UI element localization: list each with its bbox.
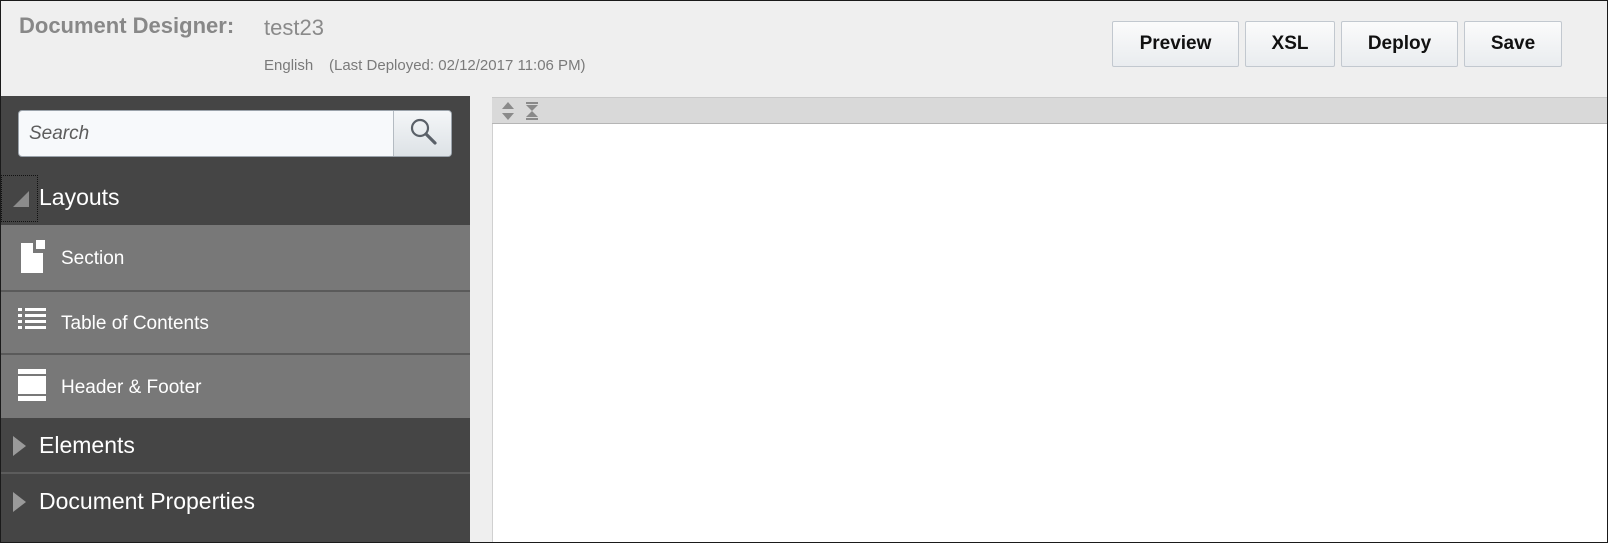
xsl-button[interactable]: XSL <box>1245 21 1335 67</box>
elements-accordion-header[interactable]: Elements <box>1 418 470 472</box>
save-button[interactable]: Save <box>1464 21 1562 67</box>
canvas-toolbar <box>492 97 1607 124</box>
last-deployed-label: (Last Deployed: 02/12/2017 11:06 PM) <box>329 57 586 74</box>
layout-item-table-of-contents[interactable]: Table of Contents <box>1 292 470 353</box>
document-name: test23 <box>264 15 324 40</box>
collapsed-triangle-icon <box>11 435 27 463</box>
document-properties-label: Document Properties <box>39 488 256 514</box>
list-icon <box>17 307 47 339</box>
elements-label: Elements <box>39 432 135 458</box>
collapse-all-icon[interactable] <box>525 101 539 126</box>
language-label: English <box>264 57 314 74</box>
header-footer-icon <box>17 368 47 408</box>
document-designer-window: Document Designer: test23 English (Last … <box>0 0 1608 543</box>
expanded-triangle-icon <box>11 188 31 215</box>
deploy-button[interactable]: Deploy <box>1341 21 1458 67</box>
search-box <box>18 110 452 157</box>
search-button[interactable] <box>393 111 451 156</box>
layouts-accordion-header[interactable]: Layouts <box>1 172 470 225</box>
search-input[interactable] <box>19 111 395 156</box>
header-footer-label: Header & Footer <box>61 377 202 398</box>
design-canvas[interactable] <box>492 124 1607 542</box>
splitter[interactable] <box>470 96 492 542</box>
layout-item-section[interactable]: Section <box>1 225 470 290</box>
section-label: Section <box>61 248 125 269</box>
preview-button[interactable]: Preview <box>1112 21 1239 67</box>
expand-collapse-icon[interactable] <box>501 101 515 126</box>
sidebar: Layouts Section Table of C <box>1 96 470 542</box>
header-bar: Document Designer: test23 English (Last … <box>1 1 1607 96</box>
layouts-label: Layouts <box>39 184 120 210</box>
layout-item-header-footer[interactable]: Header & Footer <box>1 355 470 418</box>
document-properties-accordion-header[interactable]: Document Properties <box>1 474 470 542</box>
section-page-icon <box>17 239 47 281</box>
collapsed-triangle-icon <box>11 491 27 519</box>
page-title: Document Designer: <box>19 13 235 38</box>
search-icon <box>408 116 438 151</box>
table-of-contents-label: Table of Contents <box>61 313 209 334</box>
